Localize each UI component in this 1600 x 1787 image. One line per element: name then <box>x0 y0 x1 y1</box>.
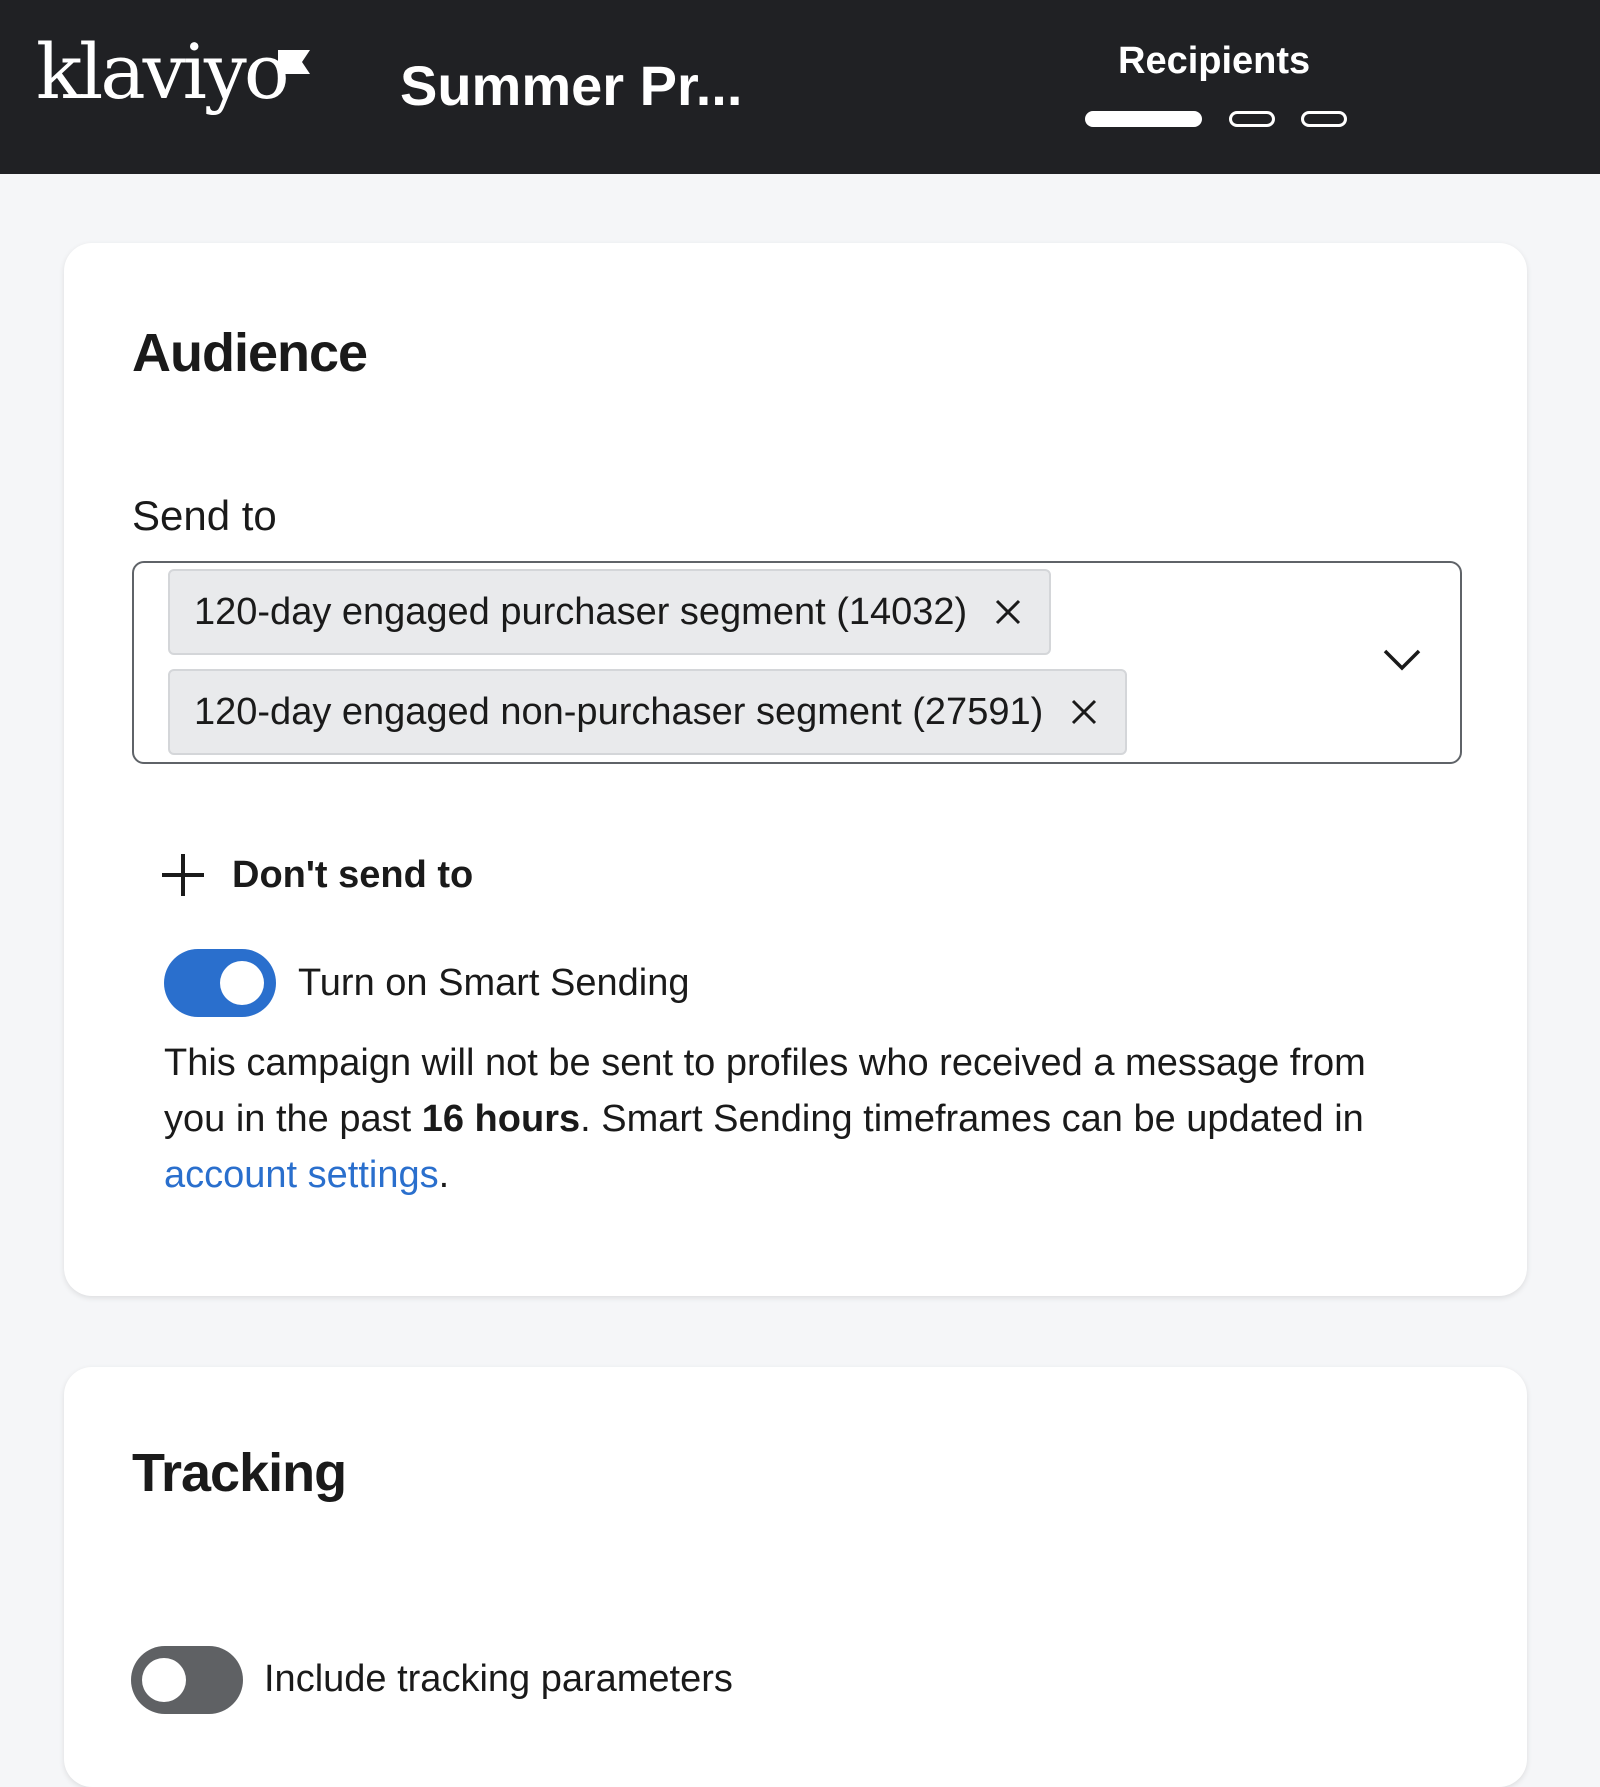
campaign-title[interactable]: Summer Pr... <box>400 58 742 114</box>
description-text: . <box>438 1154 450 1196</box>
description-text: . Smart Sending timeframes can be update… <box>580 1098 1364 1140</box>
smart-sending-toggle[interactable] <box>164 949 276 1017</box>
tracking-card: Tracking Include tracking parameters <box>64 1367 1527 1787</box>
smart-sending-description: This campaign will not be sent to profil… <box>164 1035 1414 1203</box>
remove-segment-icon[interactable] <box>993 597 1023 627</box>
tracking-parameters-toggle[interactable] <box>131 1646 243 1714</box>
audience-title: Audience <box>132 323 368 383</box>
segment-chip-label: 120-day engaged non-purchaser segment (2… <box>194 690 1044 733</box>
send-to-multiselect[interactable]: 120-day engaged purchaser segment (14032… <box>132 561 1462 764</box>
segment-chip: 120-day engaged non-purchaser segment (2… <box>168 669 1128 755</box>
chevron-down-icon[interactable] <box>1382 647 1422 673</box>
current-step-label: Recipients <box>1118 40 1311 82</box>
toggle-knob <box>142 1658 186 1702</box>
dont-send-to-label: Don't send to <box>232 854 474 896</box>
toggle-knob <box>220 961 264 1005</box>
logo-flag-icon <box>278 50 310 74</box>
smart-sending-label: Turn on Smart Sending <box>298 962 690 1004</box>
plus-icon <box>162 854 204 896</box>
description-bold-text: 16 hours <box>421 1098 581 1140</box>
segment-chip: 120-day engaged purchaser segment (14032… <box>168 569 1052 655</box>
remove-segment-icon[interactable] <box>1069 697 1099 727</box>
tracking-title: Tracking <box>132 1443 347 1503</box>
top-bar: klaviyo Summer Pr... Recipients <box>0 0 1600 174</box>
audience-card: Audience Send to 120-day engaged purchas… <box>64 243 1527 1296</box>
step-indicator-2[interactable] <box>1229 111 1275 127</box>
step-indicator-1[interactable] <box>1085 111 1202 127</box>
segment-chip-label: 120-day engaged purchaser segment (14032… <box>194 590 968 633</box>
account-settings-link[interactable]: account settings <box>164 1154 439 1196</box>
step-indicator-3[interactable] <box>1301 111 1347 127</box>
tracking-parameters-label: Include tracking parameters <box>264 1658 733 1700</box>
send-to-label: Send to <box>132 492 277 539</box>
klaviyo-logo[interactable]: klaviyo <box>36 34 290 110</box>
dont-send-to-button[interactable]: Don't send to <box>160 852 473 898</box>
